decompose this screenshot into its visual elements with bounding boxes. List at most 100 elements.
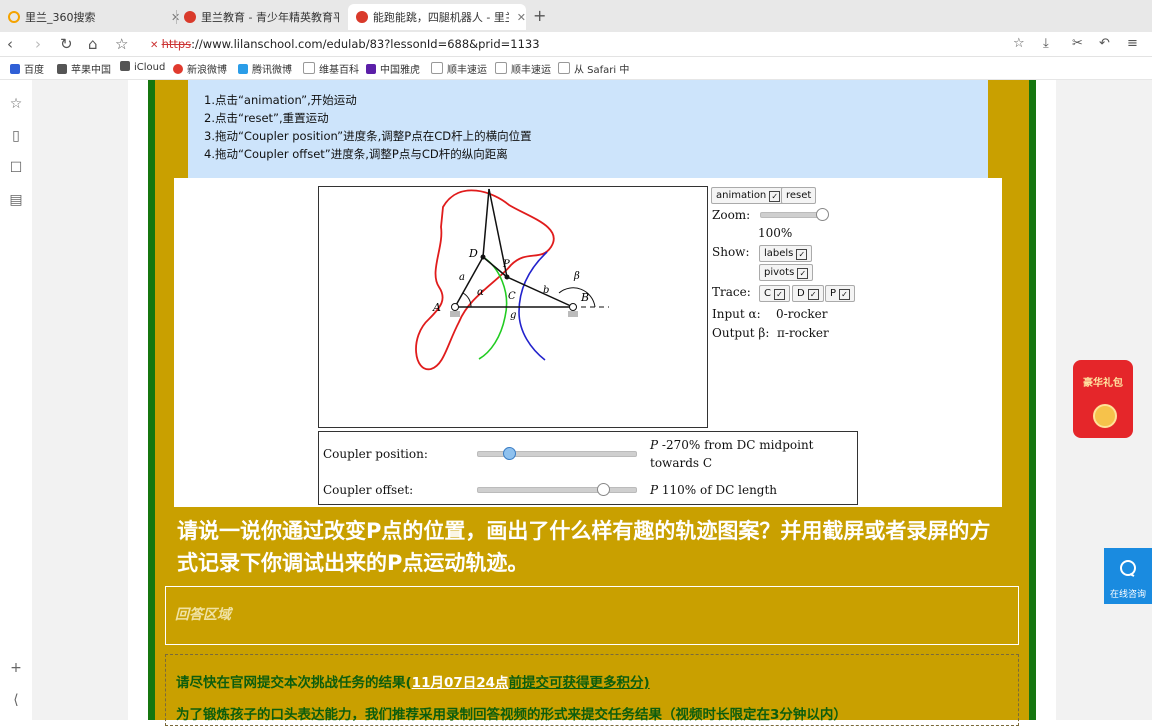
tab-robot-lesson[interactable]: 能跑能跳，四腿机器人 - 里兰教育 ✕ [348,4,526,30]
url-scheme: https [161,37,192,51]
label-link-a: a [459,272,465,283]
navigation-bar: ‹ › ↻ ⌂ ☆ ✕ https://www.lilanschool.com/… [0,32,1152,57]
close-icon[interactable]: ✕ [517,11,526,24]
output-value: π-rocker [777,326,829,340]
360-icon [8,11,20,23]
favorite-icon[interactable]: ☆ [1013,32,1025,56]
tab-label: 能跑能跳，四腿机器人 - 里兰教育 [372,11,509,24]
home-icon[interactable]: ⌂ [88,32,98,56]
gift-pack-text: 豪华礼包 [1083,378,1123,389]
bookmark-yahoo-china[interactable]: 中国雅虎 [366,61,420,76]
labels-toggle[interactable]: labels ✓ [759,245,813,262]
p-trace-curve [415,189,555,370]
label-beta: β [573,271,580,282]
instruction-3: 3.拖动“Coupler position”进度条,调整P点在CD杆上的横向位置 [204,129,532,143]
instruction-2: 2.点击“reset”,重置运动 [204,111,329,125]
tab-lilan-home[interactable]: 里兰教育 - 青少年精英教育平台 ✕ [176,4,356,30]
bookmark-baidu[interactable]: 百度 [10,61,44,76]
zoom-slider-knob[interactable] [816,208,829,221]
pivots-toggle[interactable]: pivots ✓ [759,264,814,281]
label-d-point: D [468,247,478,260]
label-a-pivot: A [432,301,441,314]
favorites-icon[interactable]: ☆ [8,96,24,112]
new-tab-button[interactable]: + [533,6,546,25]
trace-c-toggle[interactable]: C ✓ [759,285,790,302]
coupler-offset-label: Coupler offset: [323,483,414,497]
animation-toggle[interactable]: animation ✓ [711,187,786,204]
bookmarks-bar: 百度 苹果中国 iCloud 新浪微博 腾讯微博 维基百科 中国雅虎 顺丰速运 … [0,57,1152,80]
forward-icon[interactable]: › [35,32,41,56]
notes-icon[interactable]: ▤ [8,192,24,208]
instructions-box: 1.点击“animation”,开始运动 2.点击“reset”,重置运动 3.… [188,80,988,178]
coupler-position-label: Coupler position: [323,447,428,461]
tab-label: 里兰教育 - 青少年精英教育平台 [201,11,339,24]
video-notice: 为了锻炼孩子的口头表达能力，我们推荐采用录制回答视频的形式来提交任务结果（视频时… [176,707,847,723]
bookmark-icloud[interactable]: iCloud [120,61,165,73]
screenshot-icon[interactable]: ✂ [1072,32,1083,56]
online-consult-label: 在线咨询 [1109,590,1146,600]
menu-icon[interactable]: ≡ [1127,32,1138,56]
bookmark-apple-china[interactable]: 苹果中国 [57,61,111,76]
label-alpha: α [477,287,484,298]
calendar-icon[interactable]: ☐ [8,160,24,176]
deadline-link[interactable]: 11月07日24点 [412,675,509,691]
trace-d-toggle[interactable]: D ✓ [792,285,824,302]
label-b-pivot: B [580,291,589,304]
lilan-icon [184,11,196,23]
bookmark-sf-express[interactable]: 顺丰速运 [431,61,487,76]
download-icon[interactable]: ⤓ [1043,32,1049,56]
linkage-canvas[interactable]: A B D C P a b g α β [318,186,708,428]
coupler-position-knob[interactable] [502,447,516,460]
bookmark-star-icon[interactable]: ☆ [115,32,128,56]
undo-icon[interactable]: ↶ [1099,32,1110,56]
trace-p-toggle[interactable]: P ✓ [825,285,856,302]
zoom-label: Zoom: [712,208,751,222]
lilan-icon [356,11,368,23]
label-link-b: b [543,285,549,296]
checkbox-checked-icon: ✓ [797,268,809,279]
link-b [506,276,574,308]
bookmark-sf-express-2[interactable]: 顺丰速运 [495,61,551,76]
insecure-icon: ✕ [150,40,162,51]
pivot-b [568,303,578,317]
instruction-1: 1.点击“animation”,开始运动 [204,93,357,107]
label-p-point: P [502,259,510,270]
trace-label: Trace: [712,285,751,299]
link-p-d [482,188,490,258]
checkbox-checked-icon: ✓ [839,289,851,300]
coupler-offset-slider[interactable] [477,487,637,493]
browser-sidebar: ☆ ▯ ☐ ▤ + ⟨ [0,80,33,720]
bookmark-tencent-weibo[interactable]: 腾讯微博 [238,61,292,76]
bookmark-folder-safari[interactable]: 从 Safari 中 [558,61,629,76]
checkbox-checked-icon: ✓ [769,191,781,202]
checkbox-checked-icon: ✓ [796,249,808,260]
input-value: 0-rocker [776,307,828,321]
back-icon[interactable]: ‹ [7,32,13,56]
input-label: Input α: [712,307,761,321]
reading-icon[interactable]: ▯ [8,128,24,144]
question-text: 请说一说你通过改变P点的位置，画出了什么样有趣的轨迹图案？并用截屏或者录屏的方式… [177,519,991,575]
address-bar[interactable]: ✕ https://www.lilanschool.com/edulab/83?… [150,35,540,53]
tab-360-search[interactable]: 里兰_360搜索 ✕ [0,4,180,30]
reload-icon[interactable]: ↻ [60,32,73,56]
checkbox-checked-icon: ✓ [807,289,819,300]
coupler-offset-desc: P 110% of DC length [650,483,778,497]
zoom-slider[interactable] [760,212,824,218]
bookmark-sina-weibo[interactable]: 新浪微博 [173,61,227,76]
bookmark-wikipedia[interactable]: 维基百科 [303,61,359,76]
c-trace-curve [518,251,548,361]
zoom-value: 100% [758,226,793,240]
answer-area[interactable]: 回答区域 [165,586,1019,645]
answer-area-placeholder: 回答区域 [175,607,231,623]
coupler-position-slider[interactable] [477,451,637,457]
label-c-point: C [508,291,516,302]
linkage-diagram: A B D C P a b g α β [415,188,609,370]
collapse-sidebar-icon[interactable]: ⟨ [8,692,24,708]
tab-label: 里兰_360搜索 [25,11,96,24]
online-consult-button[interactable]: 在线咨询 [1104,548,1152,604]
checkbox-checked-icon: ✓ [773,289,785,300]
gift-pack-button[interactable]: 豪华礼包 [1073,360,1133,438]
coin-icon [1093,404,1117,428]
reset-button[interactable]: reset [781,187,817,204]
add-icon[interactable]: + [8,660,24,676]
